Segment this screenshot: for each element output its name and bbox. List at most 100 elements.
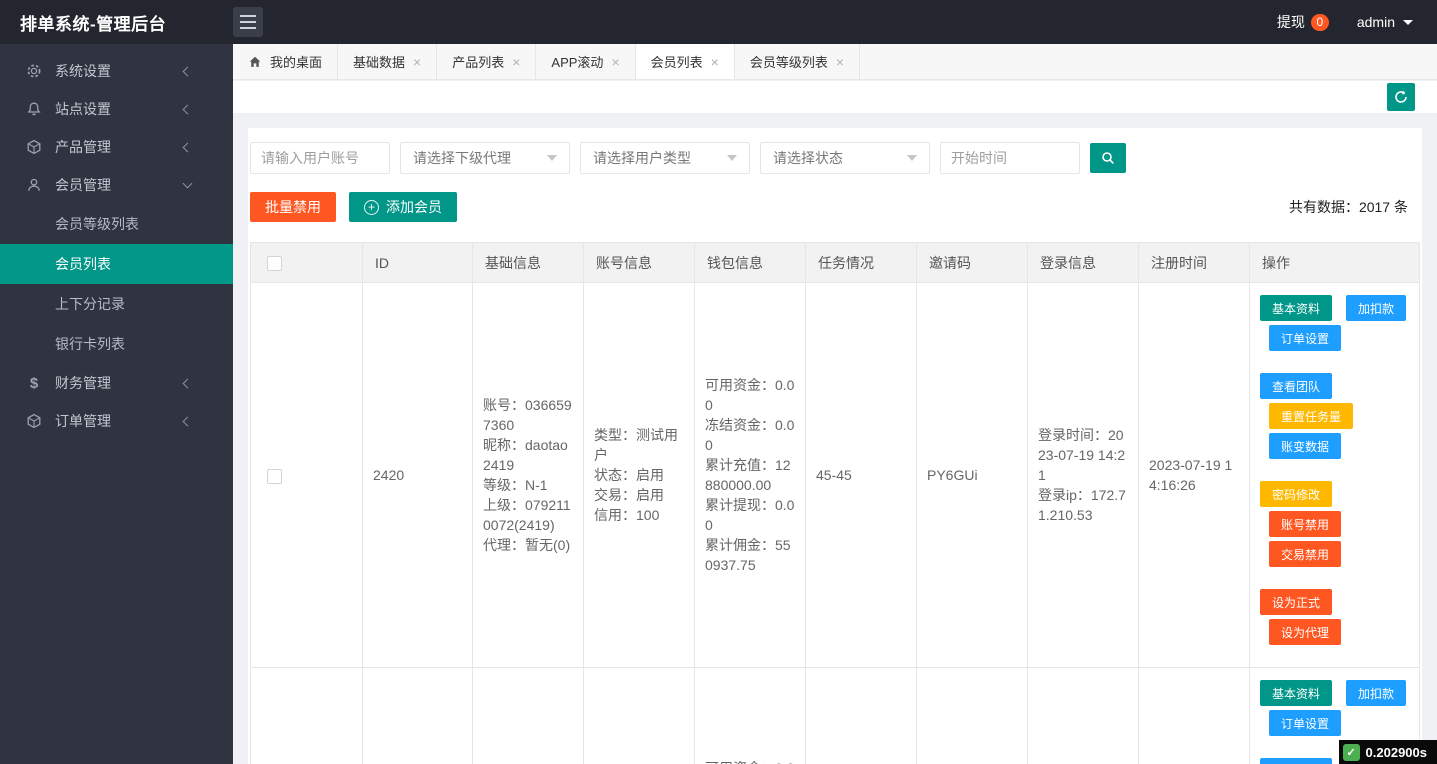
plus-icon: + bbox=[364, 199, 379, 215]
cell-id bbox=[362, 667, 473, 764]
sidebar-subitem-label: 会员等级列表 bbox=[55, 216, 139, 232]
top-header: 排单系统-管理后台 提现 0 admin bbox=[0, 0, 1437, 44]
adjust-balance-button[interactable]: 加扣款 bbox=[1346, 680, 1407, 706]
search-button[interactable] bbox=[1090, 143, 1126, 173]
tab-product-list[interactable]: 产品列表 × bbox=[437, 44, 537, 79]
sidebar-item-product-management[interactable]: 产品管理 bbox=[0, 128, 233, 166]
view-team-button[interactable]: 查看团队 bbox=[1260, 758, 1333, 764]
close-icon[interactable]: × bbox=[512, 55, 520, 69]
sidebar-item-label: 财务管理 bbox=[55, 375, 111, 391]
account-change-button[interactable]: 账变数据 bbox=[1269, 433, 1342, 459]
action-group: 查看团队 重置任务量 账变数据 bbox=[1260, 373, 1409, 459]
start-time-input[interactable] bbox=[940, 142, 1080, 174]
sidebar-item-label: 系统设置 bbox=[55, 63, 111, 79]
cell-register-time: 2023-07-19 14:16:26 bbox=[1138, 282, 1250, 668]
menu-toggle-button[interactable] bbox=[233, 7, 263, 37]
change-password-button[interactable]: 密码修改 bbox=[1260, 481, 1333, 507]
col-task: 任务情况 bbox=[805, 242, 917, 283]
order-settings-button[interactable]: 订单设置 bbox=[1269, 325, 1342, 351]
dollar-icon: $ bbox=[29, 374, 39, 392]
cell-invite-code bbox=[916, 667, 1028, 764]
row-select-cell bbox=[250, 282, 363, 668]
tab-basic-data[interactable]: 基础数据 × bbox=[338, 44, 438, 79]
cell-login-info bbox=[1027, 667, 1139, 764]
withdraw-link[interactable]: 提现 0 bbox=[1277, 12, 1329, 32]
sidebar-subitem-label: 上下分记录 bbox=[55, 296, 125, 312]
table-row: 2420 账号：0366597360 昵称：daotao2419 等级：N-1 … bbox=[250, 282, 1420, 668]
sidebar-item-finance-management[interactable]: $ 财务管理 bbox=[0, 364, 233, 402]
member-table: ID 基础信息 账号信息 钱包信息 任务情况 邀请码 登录信息 注册时间 操作 bbox=[250, 242, 1420, 764]
sidebar-subitem-label: 会员列表 bbox=[55, 256, 111, 272]
close-icon[interactable]: × bbox=[611, 55, 619, 69]
sidebar-subitem-updown-records[interactable]: 上下分记录 bbox=[0, 284, 233, 324]
col-id: ID bbox=[362, 242, 473, 283]
user-type-select-value: 请选择用户类型 bbox=[593, 150, 691, 166]
chevron-left-icon bbox=[182, 66, 193, 76]
sidebar-item-order-management[interactable]: 订单管理 bbox=[0, 402, 233, 440]
sidebar-item-label: 站点设置 bbox=[55, 101, 111, 117]
add-member-button[interactable]: + 添加会员 bbox=[349, 192, 457, 222]
close-icon[interactable]: × bbox=[413, 55, 421, 69]
chevron-down-icon bbox=[547, 155, 557, 161]
row-select-cell bbox=[250, 667, 363, 764]
select-all-checkbox[interactable] bbox=[267, 255, 282, 271]
cell-account-info: 类型：测试用户 状态：启用 交易：启用 信用：100 bbox=[583, 282, 695, 668]
cell-id: 2420 bbox=[362, 282, 473, 668]
user-menu[interactable]: admin bbox=[1357, 14, 1413, 30]
refresh-button[interactable] bbox=[1387, 83, 1415, 111]
tab-member-level-list[interactable]: 会员等级列表 × bbox=[735, 44, 861, 79]
sidebar-item-member-management[interactable]: 会员管理 bbox=[0, 166, 233, 204]
table-header-row: ID 基础信息 账号信息 钱包信息 任务情况 邀请码 登录信息 注册时间 操作 bbox=[250, 242, 1420, 283]
disable-account-button[interactable]: 账号禁用 bbox=[1269, 511, 1342, 537]
view-team-button[interactable]: 查看团队 bbox=[1260, 373, 1333, 399]
adjust-balance-button[interactable]: 加扣款 bbox=[1346, 295, 1407, 321]
col-wallet-info: 钱包信息 bbox=[694, 242, 806, 283]
row-checkbox[interactable] bbox=[267, 468, 282, 484]
gear-icon bbox=[26, 63, 42, 79]
user-icon bbox=[26, 177, 42, 193]
action-bar: 批量禁用 + 添加会员 共有数据：2017 条 bbox=[250, 192, 1420, 222]
basic-info-button[interactable]: 基本资料 bbox=[1260, 295, 1333, 321]
cell-wallet-info: 可用资金：0.00 bbox=[694, 667, 806, 764]
cell-wallet-info: 可用资金：0.00 冻结资金：0.00 累计充值：12880000.00 累计提… bbox=[694, 282, 806, 668]
account-input[interactable] bbox=[250, 142, 390, 174]
batch-disable-button[interactable]: 批量禁用 bbox=[250, 192, 336, 222]
sidebar-subitem-bank-card-list[interactable]: 银行卡列表 bbox=[0, 324, 233, 364]
order-settings-button[interactable]: 订单设置 bbox=[1269, 710, 1342, 736]
sidebar-subitem-member-list[interactable]: 会员列表 bbox=[0, 244, 233, 284]
sidebar-item-site-settings[interactable]: 站点设置 bbox=[0, 90, 233, 128]
user-type-select[interactable]: 请选择用户类型 bbox=[580, 142, 750, 174]
status-select[interactable]: 请选择状态 bbox=[760, 142, 930, 174]
close-icon[interactable]: × bbox=[711, 55, 719, 69]
col-login-info: 登录信息 bbox=[1027, 242, 1139, 283]
col-account-info: 账号信息 bbox=[583, 242, 695, 283]
tab-member-list[interactable]: 会员列表 × bbox=[635, 44, 735, 79]
refresh-icon bbox=[1395, 90, 1407, 103]
tab-label: 基础数据 bbox=[353, 55, 406, 70]
set-agent-button[interactable]: 设为代理 bbox=[1269, 619, 1342, 645]
hamburger-icon bbox=[240, 13, 256, 31]
cell-base-info bbox=[472, 667, 584, 764]
close-icon[interactable]: × bbox=[836, 55, 844, 69]
reset-task-button[interactable]: 重置任务量 bbox=[1269, 403, 1354, 429]
tab-app-scroll[interactable]: APP滚动 × bbox=[536, 44, 636, 79]
cell-account-info bbox=[583, 667, 695, 764]
chevron-left-icon bbox=[182, 416, 193, 426]
username: admin bbox=[1356, 14, 1395, 30]
box-icon bbox=[26, 139, 42, 155]
agent-select[interactable]: 请选择下级代理 bbox=[400, 142, 570, 174]
cell-base-info: 账号：0366597360 昵称：daotao2419 等级：N-1 上级：07… bbox=[472, 282, 584, 668]
chevron-down-icon bbox=[1403, 19, 1413, 25]
basic-info-button[interactable]: 基本资料 bbox=[1260, 680, 1333, 706]
set-official-button[interactable]: 设为正式 bbox=[1260, 589, 1333, 615]
sidebar-item-system-settings[interactable]: 系统设置 bbox=[0, 52, 233, 90]
home-icon bbox=[248, 55, 262, 69]
sidebar-subitem-member-level-list[interactable]: 会员等级列表 bbox=[0, 204, 233, 244]
cell-register-time bbox=[1138, 667, 1250, 764]
tab-my-desktop[interactable]: 我的桌面 bbox=[233, 44, 339, 79]
select-all-header bbox=[250, 242, 363, 283]
action-group: 设为正式 设为代理 bbox=[1260, 589, 1409, 645]
disable-trade-button[interactable]: 交易禁用 bbox=[1269, 541, 1342, 567]
app-title: 排单系统-管理后台 bbox=[20, 14, 167, 34]
sidebar-submenu-member: 会员等级列表 会员列表 上下分记录 银行卡列表 bbox=[0, 204, 233, 364]
